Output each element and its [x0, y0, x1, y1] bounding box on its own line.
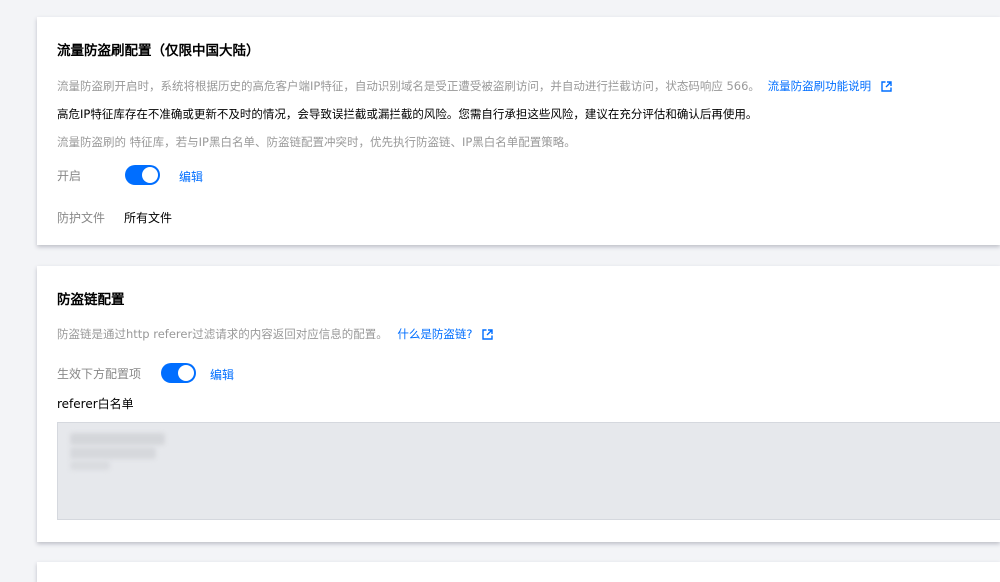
- traffic-protection-description: 流量防盗刷开启时，系统将根据历史的高危客户端IP特征，自动识别域名是受正遭受被盗…: [57, 78, 892, 94]
- hotlink-enable-toggle[interactable]: [161, 363, 196, 383]
- hotlink-protection-title: 防盗链配置: [57, 292, 125, 308]
- hotlink-edit-link[interactable]: 编辑: [210, 366, 234, 383]
- traffic-enable-toggle[interactable]: [125, 165, 160, 185]
- effective-config-label: 生效下方配置项: [57, 367, 142, 381]
- hotlink-description-text: 防盗链是通过http referer过滤请求的内容返回对应信息的配置。: [57, 327, 388, 341]
- enable-label: 开启: [57, 169, 82, 183]
- external-link-icon[interactable]: [881, 81, 892, 92]
- redacted-entry: [70, 461, 110, 470]
- toggle-knob: [178, 365, 194, 381]
- traffic-doc-link[interactable]: 流量防盗刷功能说明: [768, 79, 872, 93]
- next-config-card: [37, 562, 1000, 582]
- traffic-description-text: 流量防盗刷开启时，系统将根据历史的高危客户端IP特征，自动识别域名是受正遭受被盗…: [57, 79, 760, 93]
- external-link-icon[interactable]: [482, 329, 493, 340]
- referer-whitelist-label: referer白名单: [57, 397, 134, 411]
- redacted-entry: [70, 433, 165, 445]
- traffic-edit-link[interactable]: 编辑: [179, 168, 203, 185]
- traffic-protection-title: 流量防盗刷配置（仅限中国大陆）: [57, 43, 260, 59]
- priority-note: 流量防盗刷的 特征库，若与IP黑白名单、防盗链配置冲突时，优先执行防盗链、IP黑…: [57, 135, 576, 149]
- redacted-entry: [70, 447, 156, 459]
- hotlink-doc-link[interactable]: 什么是防盗链?: [397, 327, 472, 341]
- referer-whitelist-box: [57, 422, 1000, 520]
- toggle-knob: [142, 167, 158, 183]
- protected-files-value: 所有文件: [124, 211, 173, 225]
- protected-files-label: 防护文件: [57, 211, 106, 225]
- hotlink-description: 防盗链是通过http referer过滤请求的内容返回对应信息的配置。 什么是防…: [57, 326, 493, 342]
- hotlink-protection-card: 防盗链配置 防盗链是通过http referer过滤请求的内容返回对应信息的配置…: [37, 266, 1000, 542]
- traffic-protection-card: 流量防盗刷配置（仅限中国大陆） 流量防盗刷开启时，系统将根据历史的高危客户端IP…: [37, 17, 1000, 245]
- risk-warning: 高危IP特征库存在不准确或更新不及时的情况，会导致误拦截或漏拦截的风险。您需自行…: [57, 107, 758, 121]
